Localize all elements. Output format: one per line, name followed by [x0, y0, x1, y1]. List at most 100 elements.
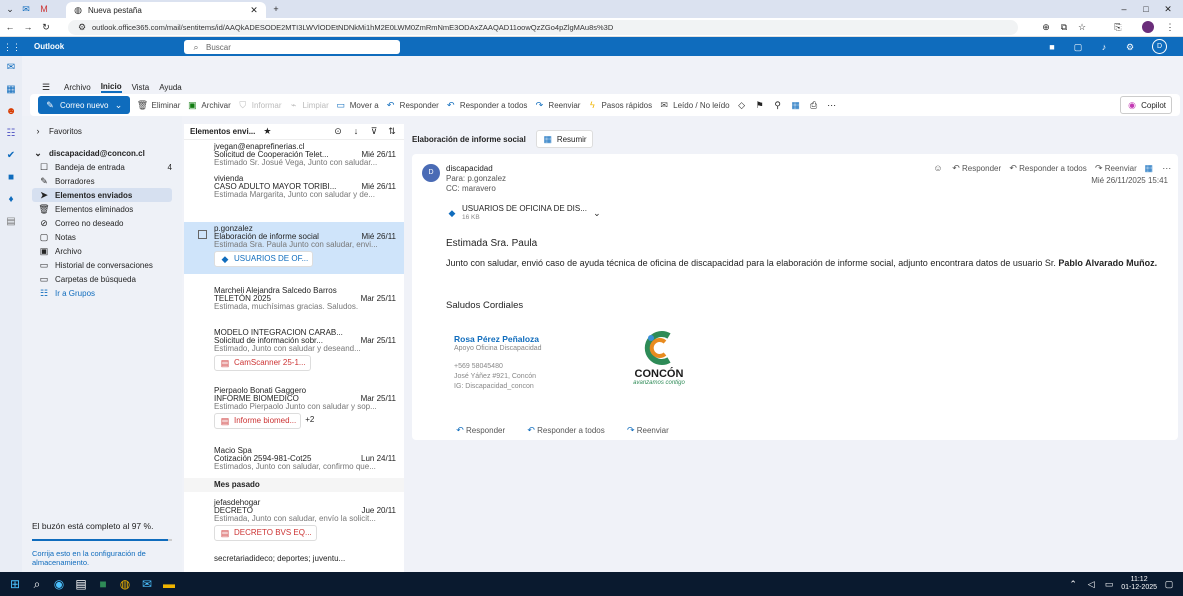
folder-drafts[interactable]: ✎ Borradores [32, 174, 172, 188]
pin-icon[interactable]: ⚲ [772, 99, 784, 111]
more-icon[interactable]: ⋯ [1161, 162, 1173, 174]
file-explorer-icon[interactable]: ▤ [70, 572, 92, 596]
list-title[interactable]: Elementos envi... [190, 127, 255, 136]
go-to-groups-link[interactable]: ☷ Ir a Grupos [32, 286, 172, 300]
emoji-icon[interactable]: ☺ [932, 162, 944, 174]
tab-inicio[interactable]: Inicio [100, 82, 122, 93]
mail-icon[interactable]: ✉ [0, 56, 22, 78]
message-item[interactable]: jefasdehogar DECRETO Jue 20/11 Estimada, … [184, 496, 404, 544]
summarize-button[interactable]: ▦ Resumir [535, 130, 593, 148]
sort-icon[interactable]: ⇅ [386, 126, 398, 138]
print-icon[interactable]: ⎙ [808, 99, 820, 111]
select-icon[interactable]: ⊙ [332, 126, 344, 138]
message-item[interactable]: Pierpaolo Bonati Gaggero INFORME BIOMEDI… [184, 384, 404, 432]
new-tab-icon[interactable]: + [270, 3, 282, 15]
outlook-taskbar-icon[interactable]: ✉ [136, 572, 158, 596]
install-app-icon[interactable]: ⧉ [1058, 21, 1070, 33]
browser-menu-icon[interactable]: ⋮ [1164, 21, 1176, 33]
message-item[interactable]: Marcheli Alejandra Salcedo Barros TELETÓ… [184, 284, 404, 314]
tab-menu-icon[interactable]: ⌄ [4, 3, 16, 15]
folder-notes[interactable]: ▢ Notas [32, 230, 172, 244]
tab-archivo[interactable]: Archivo [64, 83, 91, 92]
chat-icon[interactable]: ▢ [1072, 41, 1084, 53]
tab-ayuda[interactable]: Ayuda [159, 83, 182, 92]
more-attachments[interactable]: +2 [305, 416, 314, 424]
sweep-button[interactable]: ⌁ Limpiar [288, 99, 329, 111]
delete-button[interactable]: 🗑 Eliminar [136, 99, 181, 111]
report-button[interactable]: ⛉ Informar [237, 99, 281, 111]
settings-icon[interactable]: ⚙ [1124, 41, 1136, 53]
copilot-button[interactable]: ◉ Copilot [1120, 96, 1172, 114]
calendar-icon[interactable]: ▦ [0, 78, 22, 100]
minimize-icon[interactable]: – [1118, 3, 1130, 15]
attachment-chip[interactable]: ◆ USUARIOS DE OF... [214, 251, 314, 267]
edge-icon[interactable]: ◉ [48, 572, 70, 596]
star-icon[interactable]: ☆ [1076, 21, 1088, 33]
attachment-chip[interactable]: ▤ DECRETO BVS EQ... [214, 525, 317, 541]
folder-sent[interactable]: ➤ Elementos enviados [32, 188, 172, 202]
notification-center-icon[interactable]: ▢ [1163, 578, 1175, 590]
todo-icon[interactable]: ✔ [0, 144, 22, 166]
volume-icon[interactable]: ◁ [1085, 578, 1097, 590]
reply-button[interactable]: ↶ Responder [385, 99, 439, 111]
attachment-chip[interactable]: ▤ Informe biomed... [214, 413, 302, 429]
jump-icon[interactable]: ↓ [350, 126, 362, 138]
storage-fix-link[interactable]: Corrija esto en la configuración de alma… [32, 549, 172, 567]
message-item[interactable]: vivienda CASO ADULTO MAYOR TORIBI... Mié … [184, 172, 404, 202]
gmail-tab-icon[interactable]: M [38, 3, 50, 15]
footer-forward-button[interactable]: ↷ Reenviar [625, 424, 669, 436]
more-apps-icon[interactable]: ▤ [0, 210, 22, 232]
apps-icon[interactable]: ▦ [1143, 162, 1155, 174]
groups-icon[interactable]: ☷ [0, 122, 22, 144]
folder-inbox[interactable]: ☐ Bandeja de entrada 4 [32, 160, 172, 174]
archive-button[interactable]: ▣ Archivar [186, 99, 231, 111]
folder-search[interactable]: ▭ Carpetas de búsqueda [32, 272, 172, 286]
sender-avatar[interactable]: D [422, 164, 440, 182]
url-field[interactable]: ⚙ outlook.office365.com/mail/sentitems/i… [68, 20, 1018, 35]
message-item[interactable]: Macio Spa Cotización 2594-981-Cot25 Lun 2… [184, 444, 404, 474]
card-reply-all-button[interactable]: ↶ Responder a todos [1007, 162, 1086, 174]
more-icon[interactable]: ⋯ [826, 99, 838, 111]
message-item[interactable]: secretariadideco; deportes; juventu... [184, 552, 404, 566]
flag-icon[interactable]: ⚑ [754, 99, 766, 111]
app-name[interactable]: Outlook [34, 42, 64, 51]
chevron-down-icon[interactable]: ⌄ [112, 99, 124, 111]
email-attachment[interactable]: ◆ USUARIOS DE OFICINA DE DIS... 16 KB ⌄ [446, 204, 603, 222]
profile-avatar[interactable] [1142, 21, 1154, 33]
collapse-pane-icon[interactable]: ☰ [40, 81, 52, 93]
forward-icon[interactable]: → [22, 21, 34, 33]
chevron-down-icon[interactable]: ⌄ [591, 207, 603, 219]
people-icon[interactable]: ☻ [0, 100, 22, 122]
sender-name[interactable]: discapacidad [446, 164, 506, 174]
section-header[interactable]: Mes pasado [184, 478, 404, 492]
tray-chevron-icon[interactable]: ⌃ [1067, 578, 1079, 590]
start-icon[interactable]: ⊞ [4, 572, 26, 596]
message-item[interactable]: jvegan@enaprefinerias.cl Solicitud de Co… [184, 140, 404, 170]
translate-icon[interactable]: ▦ [790, 99, 802, 111]
message-item[interactable]: MODELO INTEGRACION CARAB... Solicitud de… [184, 326, 404, 374]
footer-reply-all-button[interactable]: ↶ Responder a todos [525, 424, 604, 436]
folder-archive[interactable]: ▣ Archivo [32, 244, 172, 258]
back-icon[interactable]: ← [4, 21, 16, 33]
new-mail-button[interactable]: ✎ Correo nuevo ⌄ [38, 96, 131, 114]
search-icon[interactable]: ⌕ [26, 572, 48, 596]
app-launcher-icon[interactable]: ⋮⋮ [3, 41, 21, 53]
footer-reply-button[interactable]: ↶ Responder [454, 424, 505, 436]
forward-button[interactable]: ↷ Reenviar [533, 99, 581, 111]
tab-vista[interactable]: Vista [132, 83, 150, 92]
teams-icon[interactable]: ■ [1046, 41, 1058, 53]
outlook-tab-icon[interactable]: ✉ [20, 3, 32, 15]
site-info-icon[interactable]: ⚙ [76, 22, 88, 34]
select-checkbox[interactable] [198, 230, 207, 239]
window-close-icon[interactable]: ✕ [1162, 3, 1174, 15]
reload-icon[interactable]: ↻ [40, 21, 52, 33]
message-item-selected[interactable]: p.gonzalez Elaboración de informe social… [184, 222, 404, 274]
extensions-icon[interactable]: ⊕ [1040, 21, 1052, 33]
folder-icon[interactable]: ▬ [158, 572, 180, 596]
card-forward-button[interactable]: ↷ Reenviar [1093, 162, 1137, 174]
notifications-icon[interactable]: ♪ [1098, 41, 1110, 53]
folder-history[interactable]: ▭ Historial de conversaciones [32, 258, 172, 272]
network-icon[interactable]: ▭ [1103, 578, 1115, 590]
clock[interactable]: 11:12 01-12-2025 [1121, 576, 1157, 592]
maximize-icon[interactable]: □ [1140, 3, 1152, 15]
